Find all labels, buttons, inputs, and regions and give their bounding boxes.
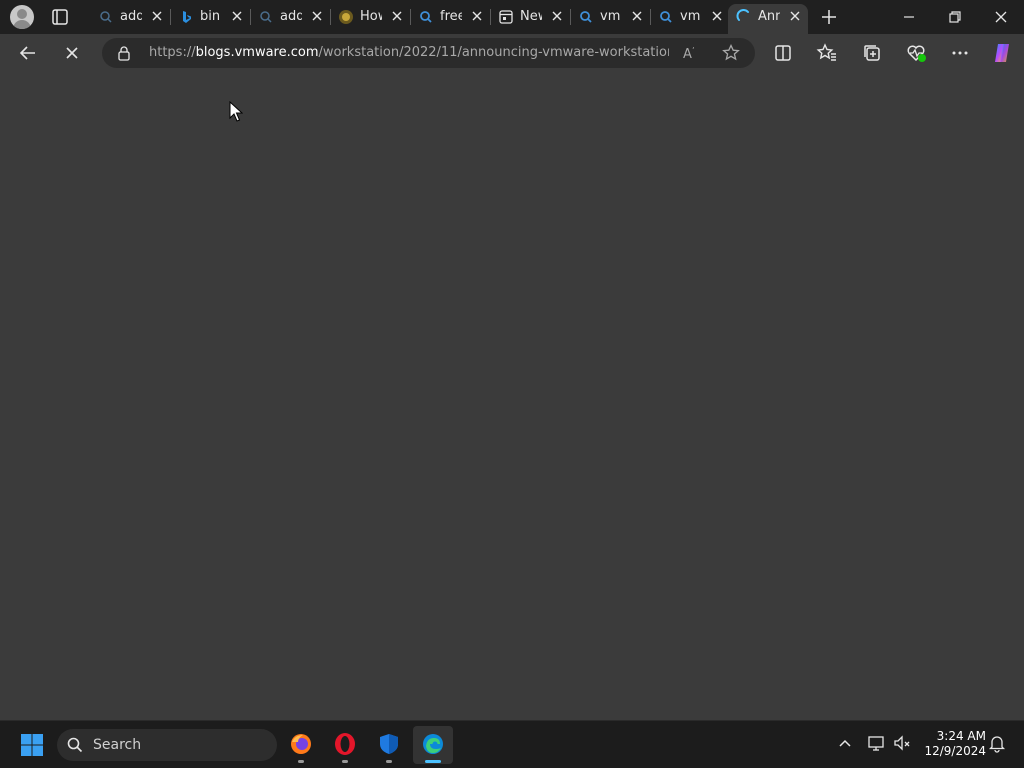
- tab-3[interactable]: add: [250, 4, 331, 30]
- search-icon: [67, 737, 83, 753]
- windows-start-icon[interactable]: [20, 733, 44, 757]
- more-options-icon[interactable]: [948, 41, 972, 65]
- search-icon: [660, 11, 672, 23]
- tab-1[interactable]: add: [90, 4, 171, 30]
- stop-loading-icon[interactable]: [60, 41, 84, 65]
- close-icon[interactable]: [786, 7, 804, 25]
- search-icon: [580, 11, 592, 23]
- tab-7[interactable]: vm: [570, 4, 651, 30]
- tab-5[interactable]: free: [410, 4, 491, 30]
- tab-label: How: [360, 9, 382, 24]
- opera-icon: [335, 733, 355, 755]
- close-icon[interactable]: [228, 7, 246, 25]
- close-icon[interactable]: [468, 7, 486, 25]
- svg-text:A: A: [683, 47, 692, 62]
- notification-bell-icon[interactable]: [987, 733, 1007, 753]
- favorite-star-icon[interactable]: [721, 43, 741, 63]
- site-favicon: [339, 10, 353, 24]
- search-icon: [420, 11, 432, 23]
- tab-label: Ann: [758, 9, 780, 24]
- volume-muted-icon[interactable]: [892, 733, 912, 753]
- newtab-icon: [499, 10, 513, 24]
- taskbar: Search 3:24 AM 12/9/2024: [0, 720, 1024, 768]
- new-tab-button[interactable]: [818, 6, 840, 28]
- tab-2[interactable]: bin: [170, 4, 251, 30]
- url-path: /workstation/2022/11/announcing-vmware-w…: [318, 45, 670, 60]
- svg-text:ʼ: ʼ: [692, 46, 695, 55]
- url-scheme: https://: [149, 45, 196, 60]
- tab-actions-icon[interactable]: [48, 6, 72, 28]
- browser-essentials-icon[interactable]: [904, 41, 928, 65]
- back-arrow-icon[interactable]: [16, 41, 40, 65]
- search-icon: [100, 11, 112, 23]
- browser-toolbar: https://blogs.vmware.com/workstation/202…: [0, 34, 1024, 72]
- favorites-icon[interactable]: [815, 41, 839, 65]
- profile-avatar[interactable]: [10, 5, 34, 29]
- address-bar[interactable]: https://blogs.vmware.com/workstation/202…: [102, 38, 755, 68]
- tab-label: New: [520, 9, 542, 24]
- taskbar-search[interactable]: Search: [57, 729, 277, 761]
- search-label: Search: [93, 737, 142, 753]
- tab-label: free: [440, 9, 462, 24]
- page-content: [0, 72, 1024, 720]
- collections-icon[interactable]: [860, 41, 884, 65]
- close-icon[interactable]: [388, 7, 406, 25]
- search-icon: [260, 11, 272, 23]
- close-icon[interactable]: [708, 7, 726, 25]
- tab-6[interactable]: New: [490, 4, 571, 30]
- taskbar-defender[interactable]: [369, 726, 409, 764]
- tab-4[interactable]: How: [330, 4, 411, 30]
- taskbar-edge[interactable]: [413, 726, 453, 764]
- tab-label: add: [120, 9, 142, 24]
- tab-active[interactable]: Ann: [728, 4, 808, 34]
- close-window-icon[interactable]: [990, 6, 1012, 28]
- minimize-icon[interactable]: [898, 6, 920, 28]
- defender-icon: [380, 734, 398, 754]
- edge-icon: [423, 734, 443, 754]
- url-host: blogs.vmware.com: [195, 45, 319, 60]
- taskbar-opera[interactable]: [325, 726, 365, 764]
- close-icon[interactable]: [148, 7, 166, 25]
- browser-window: add bin add How free: [0, 0, 1024, 720]
- tab-strip: add bin add How free: [0, 0, 1024, 34]
- chevron-up-icon[interactable]: [835, 733, 855, 753]
- close-icon[interactable]: [548, 7, 566, 25]
- close-icon[interactable]: [308, 7, 326, 25]
- lock-icon[interactable]: [116, 45, 132, 61]
- copilot-icon[interactable]: [990, 41, 1014, 65]
- close-icon[interactable]: [628, 7, 646, 25]
- restore-icon[interactable]: [944, 6, 966, 28]
- read-aloud-icon[interactable]: Aʼ: [681, 43, 701, 63]
- firefox-icon: [291, 734, 311, 754]
- loading-spinner-icon: [736, 9, 749, 21]
- tab-label: bin: [200, 9, 221, 24]
- mouse-cursor-icon: [229, 101, 243, 122]
- bing-icon: [183, 11, 191, 23]
- tab-label: vm: [600, 9, 621, 24]
- clock-date: 12/9/2024: [924, 744, 986, 758]
- tab-label: vm: [680, 9, 701, 24]
- tab-label: add: [280, 9, 302, 24]
- clock-time: 3:24 AM: [936, 729, 986, 743]
- network-icon[interactable]: [866, 733, 886, 753]
- taskbar-firefox[interactable]: [281, 726, 321, 764]
- tab-8[interactable]: vm: [650, 4, 730, 30]
- split-screen-icon[interactable]: [771, 41, 795, 65]
- url-text[interactable]: https://blogs.vmware.com/workstation/202…: [149, 45, 669, 60]
- system-clock[interactable]: 3:24 AM 12/9/2024: [920, 729, 986, 759]
